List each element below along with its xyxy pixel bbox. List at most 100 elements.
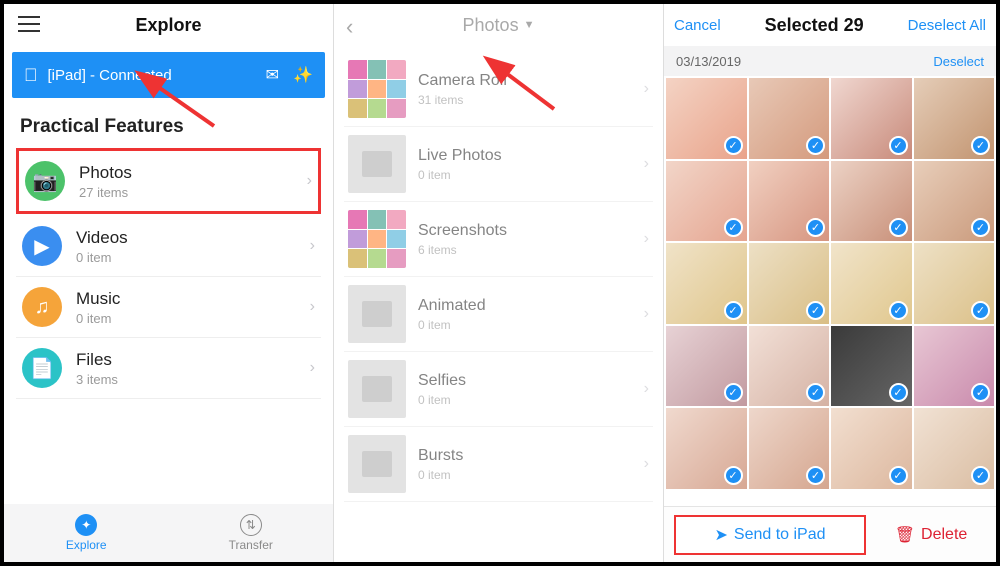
photo-cell[interactable]: ✓ xyxy=(749,78,830,159)
chevron-right-icon: › xyxy=(310,359,315,377)
check-icon: ✓ xyxy=(724,466,743,485)
album-thumb xyxy=(348,135,406,193)
check-icon: ✓ xyxy=(724,136,743,155)
photo-cell[interactable]: ✓ xyxy=(914,161,995,242)
feature-photos[interactable]: 📷 Photos 27 items › xyxy=(16,148,321,214)
check-icon: ✓ xyxy=(806,218,825,237)
album-screenshots[interactable]: Screenshots6 items › xyxy=(344,202,653,277)
feature-label: Files xyxy=(76,350,310,370)
check-icon: ✓ xyxy=(971,383,990,402)
feature-label: Photos xyxy=(79,163,307,183)
deselect-button[interactable]: Deselect xyxy=(933,54,984,69)
files-icon: 📄 xyxy=(22,348,62,388)
album-live-photos[interactable]: Live Photos0 item › xyxy=(344,127,653,202)
photo-cell[interactable]: ✓ xyxy=(666,243,747,324)
photo-cell[interactable]: ✓ xyxy=(831,408,912,489)
photo-cell[interactable]: ✓ xyxy=(749,243,830,324)
delete-button[interactable]: 🗑 Delete xyxy=(876,515,986,555)
feature-label: Music xyxy=(76,289,310,309)
tab-label: Transfer xyxy=(229,538,273,552)
photo-cell[interactable]: ✓ xyxy=(749,408,830,489)
album-label: Bursts xyxy=(418,447,644,465)
photo-cell[interactable]: ✓ xyxy=(831,243,912,324)
album-label: Camera Roll xyxy=(418,72,644,90)
photo-cell[interactable]: ✓ xyxy=(666,408,747,489)
send-label: Send to iPad xyxy=(734,526,826,544)
send-to-ipad-button[interactable]: ➤ Send to iPad xyxy=(674,515,866,555)
album-label: Live Photos xyxy=(418,147,644,165)
feature-videos[interactable]: ▶ Videos 0 item › xyxy=(16,216,321,277)
photo-cell[interactable]: ✓ xyxy=(914,243,995,324)
dropdown-icon[interactable]: ▼ xyxy=(524,19,535,31)
feature-sub: 27 items xyxy=(79,185,307,200)
tab-transfer[interactable]: ⇅ Transfer xyxy=(169,514,334,552)
section-title: Practical Features xyxy=(4,98,333,146)
check-icon: ✓ xyxy=(889,218,908,237)
album-bursts[interactable]: Bursts0 item › xyxy=(344,427,653,502)
photo-cell[interactable]: ✓ xyxy=(831,161,912,242)
album-label: Screenshots xyxy=(418,222,644,240)
photo-grid: ✓ ✓ ✓ ✓ ✓ ✓ ✓ ✓ ✓ ✓ ✓ ✓ ✓ ✓ ✓ ✓ ✓ ✓ ✓ ✓ xyxy=(664,76,996,506)
tab-explore[interactable]: ✦ Explore xyxy=(4,514,169,552)
feature-label: Videos xyxy=(76,228,310,248)
chevron-right-icon: › xyxy=(644,305,649,323)
photo-cell[interactable]: ✓ xyxy=(666,78,747,159)
trash-icon: 🗑 xyxy=(895,525,915,545)
connection-banner[interactable]:  [iPad] - Connected ✉ ✨ xyxy=(12,52,325,98)
apple-icon:  xyxy=(24,65,38,86)
chevron-right-icon: › xyxy=(644,380,649,398)
check-icon: ✓ xyxy=(889,301,908,320)
album-sub: 0 item xyxy=(418,468,644,482)
photo-cell[interactable]: ✓ xyxy=(666,161,747,242)
photos-title: Photos xyxy=(463,15,519,36)
feature-music[interactable]: ♫ Music 0 item › xyxy=(16,277,321,338)
back-icon[interactable]: ‹ xyxy=(346,14,353,40)
album-sub: 0 item xyxy=(418,393,644,407)
album-thumb xyxy=(348,360,406,418)
album-thumb xyxy=(348,210,406,268)
album-selfies[interactable]: Selfies0 item › xyxy=(344,352,653,427)
feature-sub: 3 items xyxy=(76,372,310,387)
photo-cell[interactable]: ✓ xyxy=(914,78,995,159)
explore-title: Explore xyxy=(135,15,201,36)
chevron-right-icon: › xyxy=(644,155,649,173)
check-icon: ✓ xyxy=(971,466,990,485)
album-thumb xyxy=(348,60,406,118)
album-sub: 0 item xyxy=(418,318,644,332)
chevron-right-icon: › xyxy=(310,237,315,255)
photo-cell[interactable]: ✓ xyxy=(749,161,830,242)
tab-label: Explore xyxy=(66,538,107,552)
chevron-right-icon: › xyxy=(310,298,315,316)
photo-cell[interactable]: ✓ xyxy=(831,78,912,159)
send-icon: ➤ xyxy=(714,525,727,545)
photo-cell[interactable]: ✓ xyxy=(749,326,830,407)
photo-cell[interactable]: ✓ xyxy=(914,408,995,489)
delete-label: Delete xyxy=(921,526,967,544)
check-icon: ✓ xyxy=(889,466,908,485)
videos-icon: ▶ xyxy=(22,226,62,266)
album-camera-roll[interactable]: Camera Roll31 items › xyxy=(344,52,653,127)
chat-icon[interactable]: ✉ xyxy=(266,65,279,85)
photo-cell[interactable]: ✓ xyxy=(666,326,747,407)
cancel-button[interactable]: Cancel xyxy=(674,17,721,34)
check-icon: ✓ xyxy=(971,301,990,320)
check-icon: ✓ xyxy=(806,383,825,402)
photo-cell[interactable]: ✓ xyxy=(914,326,995,407)
album-animated[interactable]: Animated 0 item › xyxy=(344,277,653,352)
album-sub: 6 items xyxy=(418,243,644,257)
deselect-all-button[interactable]: Deselect All xyxy=(908,17,986,34)
check-icon: ✓ xyxy=(806,136,825,155)
feature-files[interactable]: 📄 Files 3 items › xyxy=(16,338,321,399)
album-thumb xyxy=(348,435,406,493)
check-icon: ✓ xyxy=(889,383,908,402)
magic-icon[interactable]: ✨ xyxy=(293,65,313,85)
transfer-tab-icon: ⇅ xyxy=(240,514,262,536)
menu-icon[interactable] xyxy=(18,13,40,35)
photo-cell[interactable]: ✓ xyxy=(831,326,912,407)
connection-text: [iPad] - Connected xyxy=(48,67,172,84)
check-icon: ✓ xyxy=(806,301,825,320)
tabbar: ✦ Explore ⇅ Transfer xyxy=(4,504,333,562)
feature-sub: 0 item xyxy=(76,311,310,326)
album-label: Animated xyxy=(418,297,644,315)
check-icon: ✓ xyxy=(971,136,990,155)
